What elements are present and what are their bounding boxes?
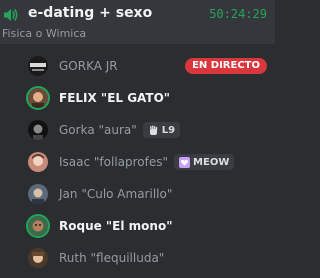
speaking-indicator — [26, 86, 50, 110]
user-tag-label: MEOW — [193, 156, 230, 168]
channel-name[interactable]: e-dating + sexo — [28, 5, 152, 21]
heart-icon — [179, 156, 191, 168]
voice-user-row[interactable]: Roque "El mono" — [26, 212, 275, 240]
hand-icon — [149, 125, 157, 135]
user-avatar — [26, 182, 50, 206]
user-avatar — [26, 86, 50, 110]
voice-user-row[interactable]: Ruth "flequilluda" — [26, 244, 275, 272]
voice-channel-header[interactable]: e-dating + sexo 50:24:29 Fisica o Wimica — [0, 0, 275, 44]
user-avatar — [26, 214, 50, 238]
voice-user-row[interactable]: GORKA JR EN DIRECTO — [26, 52, 275, 80]
user-tag-label: L9 — [161, 124, 176, 136]
user-name: Ruth "flequilluda" — [59, 251, 165, 265]
voice-channel-panel: e-dating + sexo 50:24:29 Fisica o Wimica… — [0, 0, 275, 278]
user-name: Jan "Culo Amarillo" — [59, 187, 173, 201]
live-badge: EN DIRECTO — [185, 58, 267, 74]
user-avatar — [26, 54, 50, 78]
user-name: GORKA JR — [59, 59, 118, 73]
user-name: Isaac "follaprofes" — [59, 155, 169, 169]
channel-status: Fisica o Wimica — [2, 27, 87, 40]
voice-user-row[interactable]: Jan "Culo Amarillo" — [26, 180, 275, 208]
voice-user-row[interactable]: Gorka "aura" L9 — [26, 116, 275, 144]
user-tag: L9 — [142, 122, 181, 138]
user-tag: MEOW — [174, 154, 235, 170]
voice-user-row[interactable]: Isaac "follaprofes" MEOW — [26, 148, 275, 176]
speaking-indicator — [26, 214, 50, 238]
voice-user-row[interactable]: FELIX "EL GATO" — [26, 84, 275, 112]
user-avatar — [26, 246, 50, 270]
user-name: Roque "El mono" — [59, 219, 173, 233]
user-avatar — [26, 118, 50, 142]
user-avatar — [26, 150, 50, 174]
channel-timer: 50:24:29 — [209, 7, 267, 21]
user-name: Gorka "aura" — [59, 123, 137, 137]
speaker-icon — [4, 9, 18, 21]
user-name: FELIX "EL GATO" — [59, 91, 171, 105]
